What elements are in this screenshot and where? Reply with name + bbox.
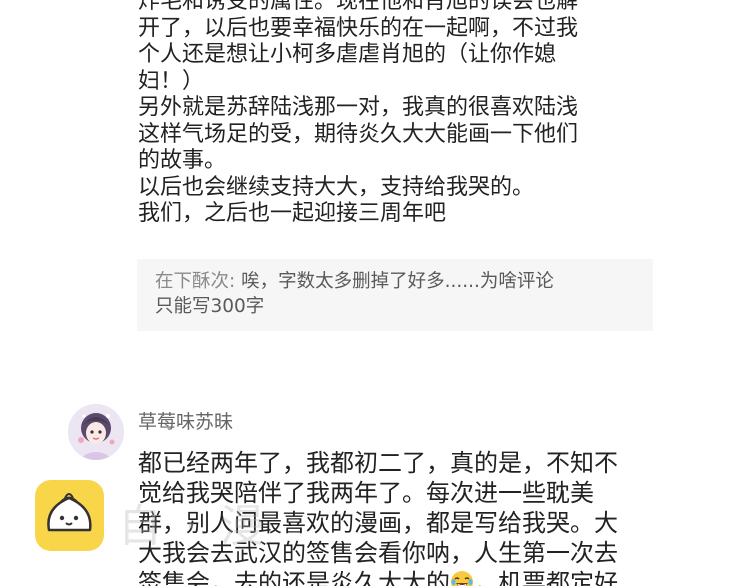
comment-line: 炸毛和诱受的属性。现在他和肖旭的误会也解 [138, 0, 579, 14]
avatar[interactable] [68, 404, 124, 460]
comment-line: 妇！） [138, 68, 205, 94]
reply-line: 只能写300字 [155, 296, 265, 317]
comment-line: 签售会，去的还是炎久大大的 ，机票都定好 [138, 568, 678, 586]
comment-feed: 炸毛和诱受的属性。现在他和肖旭的误会也解 开了，以后也要幸福快乐的在一起啊，不过… [0, 0, 750, 586]
reply-line: 在下酥次: 唉，字数太多删掉了好多......为啥评论 [155, 269, 635, 294]
app-logo-icon [35, 480, 104, 551]
comment-line-text: 签售会，去的还是炎久大大的 [138, 569, 450, 586]
comment-line: 开了，以后也要幸福快乐的在一起啊，不过我 [138, 15, 579, 41]
avatar-image [68, 404, 124, 460]
reply-author[interactable]: 在下酥次: [155, 271, 235, 292]
bun-mascot-icon [47, 493, 92, 532]
comment-username[interactable]: 草莓味苏昧 [138, 407, 233, 434]
comment-line: 的故事。 [138, 148, 227, 173]
reply-box[interactable]: 在下酥次: 唉，字数太多删掉了好多......为啥评论 只能写300字 [137, 259, 653, 331]
comment-line: 我们，之后也一起迎接三周年吧 [138, 201, 447, 226]
comment-line: 都已经两年了，我都初二了，真的是，不知不 [138, 449, 618, 477]
comment-line-text: ，机票都定好 [474, 569, 618, 586]
comment-line: 这样气场足的受，期待炎久大大能画一下他们 [138, 121, 579, 147]
laughing-tears-emoji [451, 571, 473, 586]
comment-line: 以后也会继续支持大大，支持给我哭的。 [138, 174, 535, 200]
comment-body: 炸毛和诱受的属性。现在他和肖旭的误会也解 开了，以后也要幸福快乐的在一起啊，不过… [138, 0, 678, 228]
reply-text: 唉，字数太多删掉了好多......为啥评论 [235, 271, 554, 292]
comment-line: 个人还是想让小柯多虐虐肖旭的（让你作媳 [138, 42, 557, 67]
watermark-text: 自 · 漫 [118, 501, 268, 552]
comment-line: 另外就是苏辞陆浅那一对，我真的很喜欢陆浅 [138, 95, 579, 120]
